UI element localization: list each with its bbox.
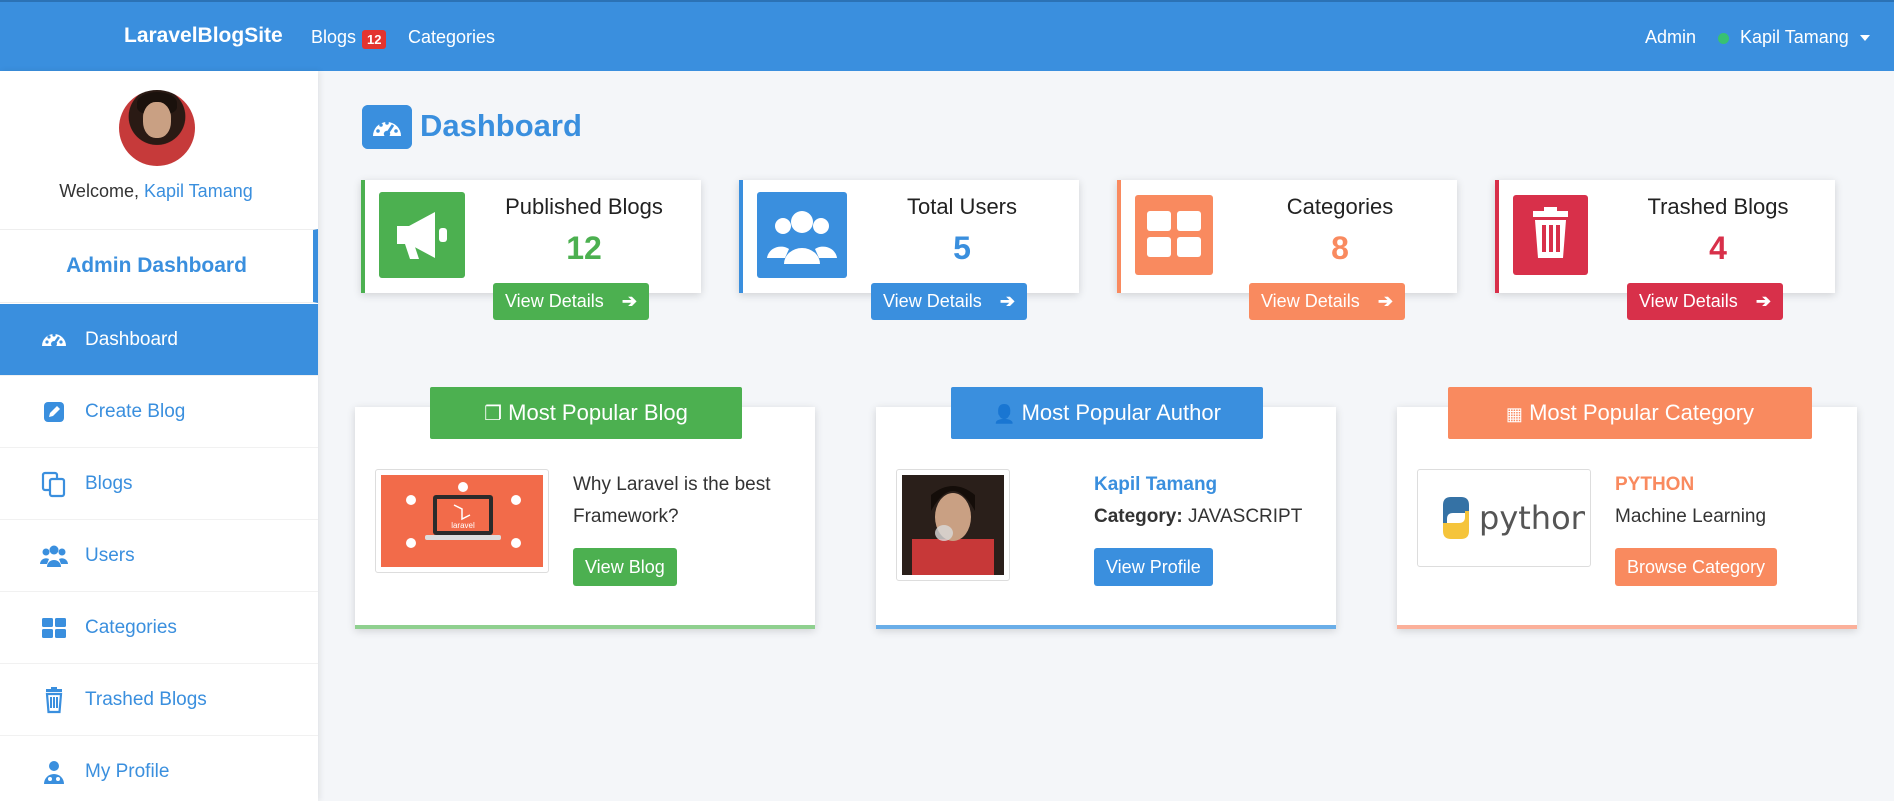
sidebar-item-label: My Profile	[85, 761, 170, 782]
trash-icon	[45, 687, 63, 714]
author-photo-image	[902, 475, 1004, 575]
stat-card-total-users: Total Users 5	[739, 180, 1079, 293]
sidebar-item-dashboard[interactable]: Dashboard	[0, 304, 318, 376]
popular-author-header: 👤 Most Popular Author	[951, 387, 1263, 439]
python-logo-text: python	[1479, 499, 1585, 537]
category-info: PYTHON Machine Learning	[1615, 469, 1835, 533]
thumb-logo-text: laravel	[451, 521, 475, 530]
sidebar-item-users[interactable]: Users	[0, 520, 318, 592]
sidebar: Welcome, Kapil Tamang Admin Dashboard Da…	[0, 71, 318, 801]
grid-icon	[42, 618, 66, 638]
category-subtitle: Machine Learning	[1615, 506, 1767, 527]
online-status-icon	[1718, 33, 1729, 44]
view-blog-button[interactable]: View Blog	[573, 548, 677, 586]
avatar	[119, 90, 195, 166]
welcome-prefix: Welcome,	[59, 181, 139, 201]
grid-icon: ▦	[1505, 404, 1523, 424]
sidebar-item-label: Blogs	[85, 473, 133, 494]
button-label: View Details	[883, 291, 982, 311]
user-icon: 👤	[993, 404, 1016, 424]
author-info: Kapil Tamang Category: JAVASCRIPT	[1094, 469, 1314, 533]
sidebar-item-label: Dashboard	[85, 329, 178, 350]
sidebar-item-categories[interactable]: Categories	[0, 592, 318, 664]
edit-icon	[44, 402, 64, 422]
stat-card-categories: Categories 8	[1117, 180, 1457, 293]
popular-category-card: python PYTHON Machine Learning Browse Ca…	[1397, 407, 1857, 629]
tachometer-icon	[42, 333, 66, 347]
view-details-button[interactable]: View Details ➔	[493, 283, 649, 320]
arrow-right-icon: ➔	[621, 291, 637, 311]
arrow-right-icon: ➔	[1755, 291, 1771, 311]
nav-blogs-link[interactable]: Blogs	[311, 27, 356, 48]
stat-label: Total Users	[906, 194, 1018, 219]
users-icon	[757, 192, 847, 278]
users-icon	[40, 545, 68, 567]
user-md-icon	[44, 761, 64, 784]
view-details-button[interactable]: View Details ➔	[1627, 283, 1783, 320]
popular-blog-header-label: Most Popular Blog	[508, 400, 688, 425]
sidebar-item-blogs[interactable]: Blogs	[0, 448, 318, 520]
sidebar-item-my-profile[interactable]: My Profile	[0, 736, 318, 801]
bullhorn-icon	[379, 192, 465, 278]
popular-author-header-label: Most Popular Author	[1021, 400, 1221, 425]
tachometer-icon	[362, 105, 412, 149]
grid-icon	[1135, 195, 1213, 275]
sidebar-item-label: Categories	[85, 617, 177, 638]
nav-admin-link[interactable]: Admin	[1645, 27, 1696, 48]
laravel-illustration: laravel	[381, 475, 543, 567]
page-title: Dashboard	[420, 108, 582, 143]
blogs-count-badge: 12	[362, 30, 387, 49]
admin-dashboard-header: Admin Dashboard	[0, 229, 318, 303]
stat-value: 12	[566, 230, 602, 266]
view-profile-button[interactable]: View Profile	[1094, 548, 1213, 586]
view-details-button[interactable]: View Details ➔	[1249, 283, 1405, 320]
category-logo[interactable]: python	[1417, 469, 1591, 567]
button-label: View Details	[1639, 291, 1738, 311]
arrow-right-icon: ➔	[1377, 291, 1393, 311]
popular-category-header: ▦ Most Popular Category	[1448, 387, 1812, 439]
user-menu-toggle[interactable]: Kapil Tamang	[1740, 27, 1849, 48]
sidebar-item-label: Trashed Blogs	[85, 689, 207, 710]
stat-value: 8	[1331, 230, 1349, 266]
button-label: View Details	[1261, 291, 1360, 311]
author-category: JAVASCRIPT	[1187, 506, 1303, 527]
top-navbar: LaravelBlogSite Blogs 12 Categories Admi…	[0, 0, 1894, 71]
sidebar-item-create-blog[interactable]: Create Blog	[0, 376, 318, 448]
popular-category-header-label: Most Popular Category	[1529, 400, 1755, 425]
arrow-right-icon: ➔	[999, 291, 1015, 311]
sidebar-item-label: Users	[85, 545, 135, 566]
stat-value: 4	[1709, 230, 1727, 266]
button-label: View Details	[505, 291, 604, 311]
sidebar-item-label: Create Blog	[85, 401, 186, 422]
brand-logo[interactable]: LaravelBlogSite	[124, 24, 283, 48]
category-name-link[interactable]: PYTHON	[1615, 469, 1835, 501]
stat-value: 5	[953, 230, 971, 266]
sidebar-item-trashed-blogs[interactable]: Trashed Blogs	[0, 664, 318, 736]
stat-label: Trashed Blogs	[1647, 194, 1789, 219]
stat-card-published-blogs: Published Blogs 12	[361, 180, 701, 293]
browse-category-button[interactable]: Browse Category	[1615, 548, 1778, 586]
trash-icon	[1513, 195, 1588, 275]
welcome-user-link[interactable]: Kapil Tamang	[144, 181, 253, 201]
copy-icon: ❐	[484, 403, 503, 425]
popular-author-card: Kapil Tamang Category: JAVASCRIPT View P…	[876, 407, 1336, 629]
stat-card-trashed-blogs: Trashed Blogs 4	[1495, 180, 1835, 293]
welcome-text: Welcome, Kapil Tamang	[0, 181, 312, 202]
caret-down-icon[interactable]	[1860, 35, 1870, 41]
stat-label: Categories	[1286, 194, 1394, 219]
author-photo[interactable]	[896, 469, 1010, 581]
copy-icon	[41, 471, 66, 498]
python-logo: python	[1443, 497, 1591, 539]
author-name-link[interactable]: Kapil Tamang	[1094, 469, 1314, 501]
view-details-button[interactable]: View Details ➔	[871, 283, 1027, 320]
nav-categories-link[interactable]: Categories	[408, 27, 495, 48]
category-label: Category:	[1094, 506, 1183, 527]
popular-blog-title[interactable]: Why Laravel is the best Framework?	[573, 469, 793, 533]
blog-thumbnail[interactable]: laravel	[375, 469, 549, 573]
popular-blog-card: laravel Why Laravel is the best Framewor…	[355, 407, 815, 629]
popular-blog-header: ❐ Most Popular Blog	[430, 387, 742, 439]
stat-label: Published Blogs	[505, 194, 663, 219]
